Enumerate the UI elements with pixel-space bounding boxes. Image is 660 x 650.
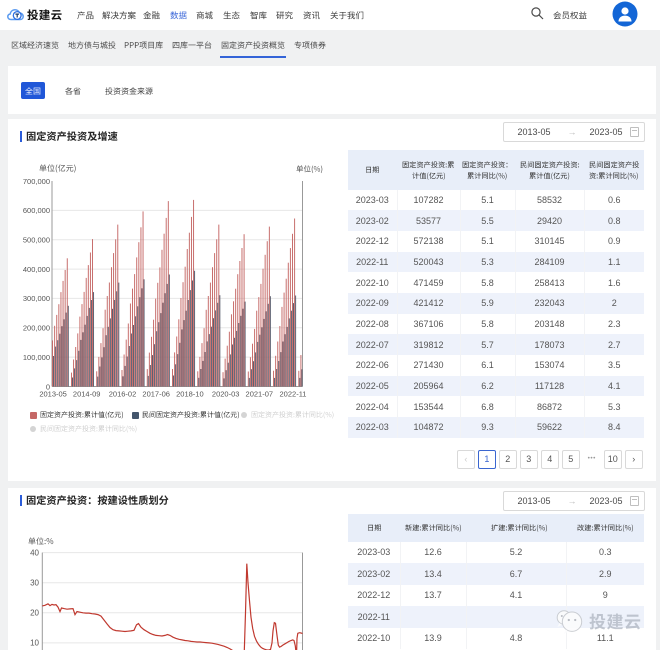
svg-text:300,000: 300,000 <box>23 294 50 303</box>
svg-text:40: 40 <box>30 548 39 557</box>
svg-text:30: 30 <box>30 579 39 588</box>
svg-text:400,000: 400,000 <box>23 265 50 274</box>
svg-text:500,000: 500,000 <box>23 236 50 245</box>
svg-text:700,000: 700,000 <box>23 177 50 186</box>
svg-text:2014-09: 2014-09 <box>73 390 101 399</box>
svg-text:2022-11: 2022-11 <box>280 390 307 399</box>
svg-text:600,000: 600,000 <box>23 206 50 215</box>
svg-text:2017-06: 2017-06 <box>142 390 170 399</box>
svg-text:2020-03: 2020-03 <box>212 390 240 399</box>
svg-text:2018-10: 2018-10 <box>176 390 204 399</box>
svg-text:100,000: 100,000 <box>23 353 50 362</box>
svg-text:2021-07: 2021-07 <box>246 390 274 399</box>
svg-text:10: 10 <box>30 639 39 648</box>
svg-text:2013-05: 2013-05 <box>39 390 67 399</box>
svg-text:20: 20 <box>30 609 39 618</box>
svg-text:200,000: 200,000 <box>23 324 50 333</box>
svg-text:2016-02: 2016-02 <box>109 390 137 399</box>
